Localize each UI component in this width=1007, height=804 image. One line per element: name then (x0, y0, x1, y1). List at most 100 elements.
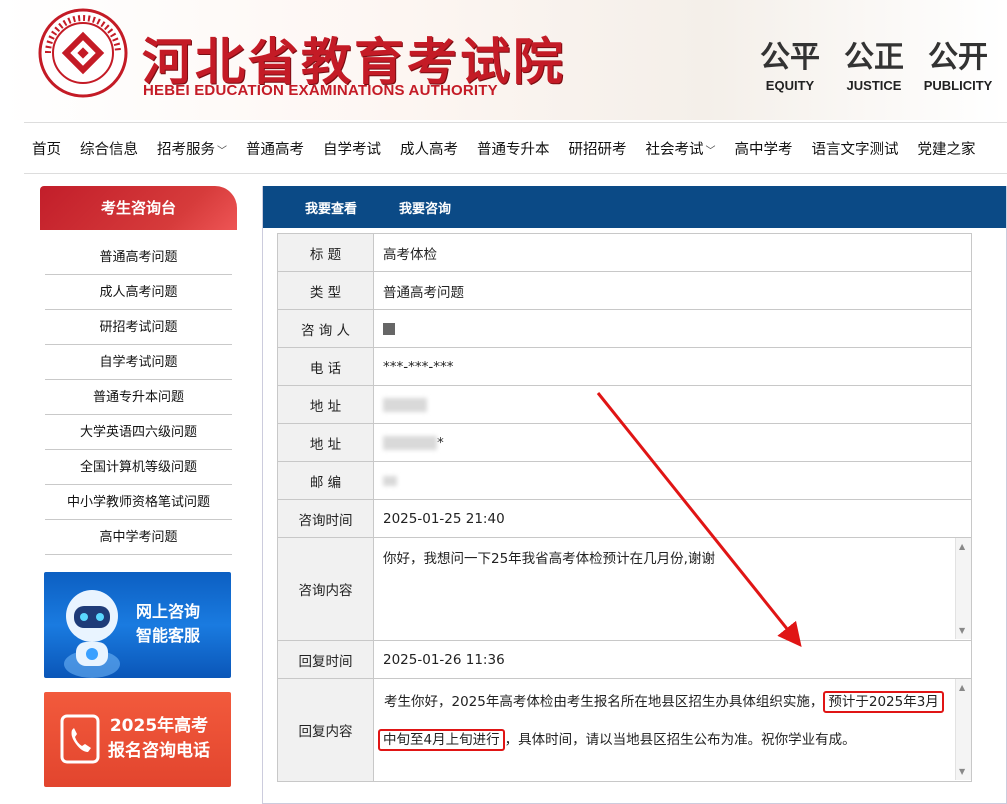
nav-item-language-test[interactable]: 语言文字测试 (812, 138, 899, 159)
field-label: 地 址 (277, 385, 374, 424)
nav-item-adult-exam[interactable]: 成人高考 (400, 138, 458, 159)
site-header: 河北省教育考试院 HEBEI EDUCATION EXAMINATIONS AU… (0, 0, 1007, 120)
banner-line: 2025年高考 (109, 716, 209, 736)
nav-item-label: 招考服务 (157, 141, 215, 158)
sidebar-item[interactable]: 高中学考问题 (45, 520, 232, 555)
reply-content-textarea[interactable]: 考生你好，2025年高考体检由考生报名所在地县区招生办具体组织实施， 预计于202… (374, 679, 971, 780)
sidebar-item[interactable]: 全国计算机等级问题 (45, 450, 232, 485)
reply-text-part: ，具体时间，请以当地县区招生公布为准。祝你学业有成。 (504, 732, 856, 748)
registration-hotline-banner[interactable]: 2025年高考 报名咨询电话 (44, 692, 231, 787)
nav-item-upgrade[interactable]: 普通专升本 (477, 138, 550, 159)
online-consult-banner[interactable]: 网上咨询 智能客服 (44, 572, 231, 678)
reply-content-text: 考生你好，2025年高考体检由考生报名所在地县区招生办具体组织实施， 预计于202… (374, 679, 971, 759)
motto-en: EQUITY (765, 78, 815, 93)
motto-cn: 公正 (844, 40, 904, 75)
scroll-down-icon[interactable]: ▼ (959, 626, 965, 635)
field-label: 咨 询 人 (277, 309, 374, 348)
field-value-postcode (373, 461, 972, 500)
phone-book-icon (60, 714, 100, 764)
banner-line: 报名咨询电话 (108, 741, 210, 761)
tab-bar: 我要查看 我要咨询 (263, 186, 1006, 228)
field-label: 类 型 (277, 271, 374, 310)
table-row: 回复时间 2025-01-26 11:36 (277, 640, 972, 679)
banner-line: 网上咨询 (136, 602, 201, 621)
field-value-address: * (373, 423, 972, 462)
field-value-asker (373, 309, 972, 348)
scroll-up-icon[interactable]: ▲ (959, 542, 965, 551)
field-label: 咨询时间 (277, 499, 374, 538)
nav-item-admission-services[interactable]: 招考服务 ﹀ (157, 138, 227, 159)
motto-cn: 公开 (928, 40, 988, 75)
nav-item-party[interactable]: 党建之家 (918, 138, 976, 159)
table-row: 咨询时间 2025-01-25 21:40 (277, 499, 972, 538)
table-row: 电 话 ***-***-*** (277, 347, 972, 386)
banner-text: 网上咨询 智能客服 (136, 600, 200, 648)
consult-detail-table: 标 题 高考体检 类 型 普通高考问题 咨 询 人 电 话 ***-***-**… (277, 233, 972, 782)
sidebar-item[interactable]: 大学英语四六级问题 (45, 415, 232, 450)
highlight-box: 中旬至4月上旬进行 (378, 729, 505, 751)
table-row: 咨 询 人 (277, 309, 972, 348)
table-row: 标 题 高考体检 (277, 233, 972, 272)
tab-view[interactable]: 我要查看 (305, 198, 357, 217)
redacted-block (383, 435, 437, 450)
field-label: 回复内容 (277, 678, 374, 782)
sidebar-item[interactable]: 成人高考问题 (45, 275, 232, 310)
motto-equity: 公平 EQUITY (750, 40, 830, 93)
nav-item-label: 社会考试 (645, 141, 704, 158)
address-suffix: * (437, 434, 444, 451)
scrollbar[interactable]: ▲ ▼ (955, 679, 971, 780)
motto-justice: 公正 JUSTICE (834, 40, 914, 93)
table-row: 地 址 (277, 385, 972, 424)
scrollbar[interactable]: ▲ ▼ (955, 538, 971, 639)
motto-cn: 公平 (760, 40, 820, 75)
table-row: 回复内容 考生你好，2025年高考体检由考生报名所在地县区招生办具体组织实施，预… (277, 678, 972, 782)
chevron-down-icon: ﹀ (217, 145, 227, 157)
field-label: 标 题 (277, 233, 374, 272)
site-title-en: HEBEI EDUCATION EXAMINATIONS AUTHORITY (143, 82, 498, 99)
field-label: 电 话 (277, 347, 374, 386)
banner-line: 智能客服 (136, 626, 201, 645)
sidebar-title: 考生咨询台 (40, 186, 237, 230)
chevron-down-icon: ﹀ (705, 145, 716, 157)
sidebar-item[interactable]: 中小学教师资格笔试问题 (45, 485, 232, 520)
consult-detail-panel: 我要查看 我要咨询 标 题 高考体检 类 型 普通高考问题 咨 询 人 电 话 … (262, 186, 1007, 804)
sidebar-item[interactable]: 研招考试问题 (45, 310, 232, 345)
field-value-title: 高考体检 (373, 233, 972, 272)
field-value-phone: ***-***-*** (373, 347, 972, 386)
banner-text: 2025年高考 报名咨询电话 (108, 714, 210, 764)
table-row: 咨询内容 你好，我想问一下25年我省高考体检预计在几月份,谢谢 ▲ ▼ (277, 537, 972, 641)
nav-item-self-study[interactable]: 自学考试 (323, 138, 381, 159)
field-value-type: 普通高考问题 (373, 271, 972, 310)
sidebar-item[interactable]: 普通专升本问题 (45, 380, 232, 415)
field-value-reply-time: 2025-01-26 11:36 (373, 640, 972, 679)
field-value-address (373, 385, 972, 424)
nav-item-social-exam[interactable]: 社会考试 ﹀ (646, 138, 716, 159)
tab-consult[interactable]: 我要咨询 (399, 198, 451, 217)
ask-content-box[interactable]: 你好，我想问一下25年我省高考体检预计在几月份,谢谢 ▲ ▼ (373, 537, 972, 641)
nav-item-gaokao[interactable]: 普通高考 (246, 138, 304, 159)
table-row: 邮 编 (277, 461, 972, 500)
sidebar-item[interactable]: 自学考试问题 (45, 345, 232, 380)
reply-content-box[interactable]: 考生你好，2025年高考体检由考生报名所在地县区招生办具体组织实施， 预计于202… (373, 678, 972, 782)
redacted-block (383, 322, 395, 335)
ask-content-textarea[interactable]: 你好，我想问一下25年我省高考体检预计在几月份,谢谢 ▲ ▼ (374, 538, 971, 639)
nav-item-postgrad[interactable]: 研招研考 (569, 138, 627, 159)
motto-publicity: 公开 PUBLICITY (918, 40, 998, 93)
field-label: 邮 编 (277, 461, 374, 500)
sidebar-item[interactable]: 普通高考问题 (45, 240, 232, 275)
field-label: 咨询内容 (277, 537, 374, 641)
robot-mascot-icon (64, 590, 120, 678)
authority-seal-logo[interactable] (38, 8, 128, 98)
ask-content-text: 你好，我想问一下25年我省高考体检预计在几月份,谢谢 (383, 551, 715, 567)
main-nav: 首页 综合信息 招考服务 ﹀ 普通高考 自学考试 成人高考 普通专升本 研招研考 … (24, 122, 1007, 174)
redacted-block (383, 397, 427, 412)
reply-text-part: 考生你好，2025年高考体检由考生报名所在地县区招生办具体组织实施， (384, 694, 824, 710)
nav-item-general-info[interactable]: 综合信息 (80, 138, 138, 159)
nav-item-high-school[interactable]: 高中学考 (735, 138, 793, 159)
scroll-down-icon[interactable]: ▼ (959, 767, 965, 776)
table-row: 地 址 * (277, 423, 972, 462)
highlight-box: 预计于2025年3月 (823, 691, 944, 713)
nav-item-home[interactable]: 首页 (32, 138, 61, 159)
field-label: 地 址 (277, 423, 374, 462)
scroll-up-icon[interactable]: ▲ (959, 683, 965, 692)
